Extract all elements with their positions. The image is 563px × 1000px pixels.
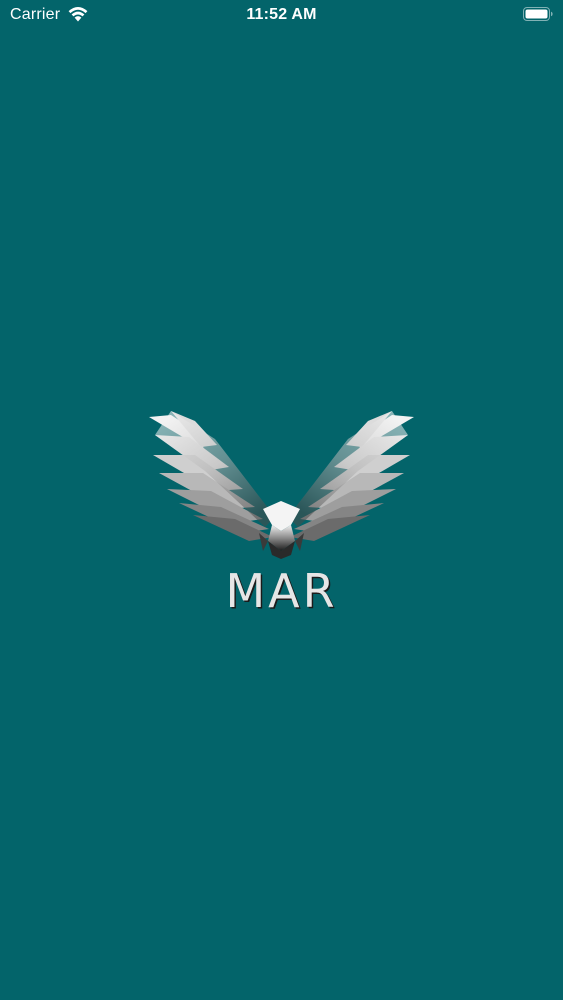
splash-screen: Carrier 11:52 AM MAR bbox=[0, 0, 563, 1000]
brand-name: MAR bbox=[225, 564, 338, 618]
status-bar: Carrier 11:52 AM bbox=[0, 0, 563, 30]
app-logo: MAR bbox=[0, 405, 563, 635]
eagle-logo-icon bbox=[145, 405, 418, 565]
battery-icon bbox=[523, 7, 553, 21]
status-time: 11:52 AM bbox=[246, 6, 317, 23]
